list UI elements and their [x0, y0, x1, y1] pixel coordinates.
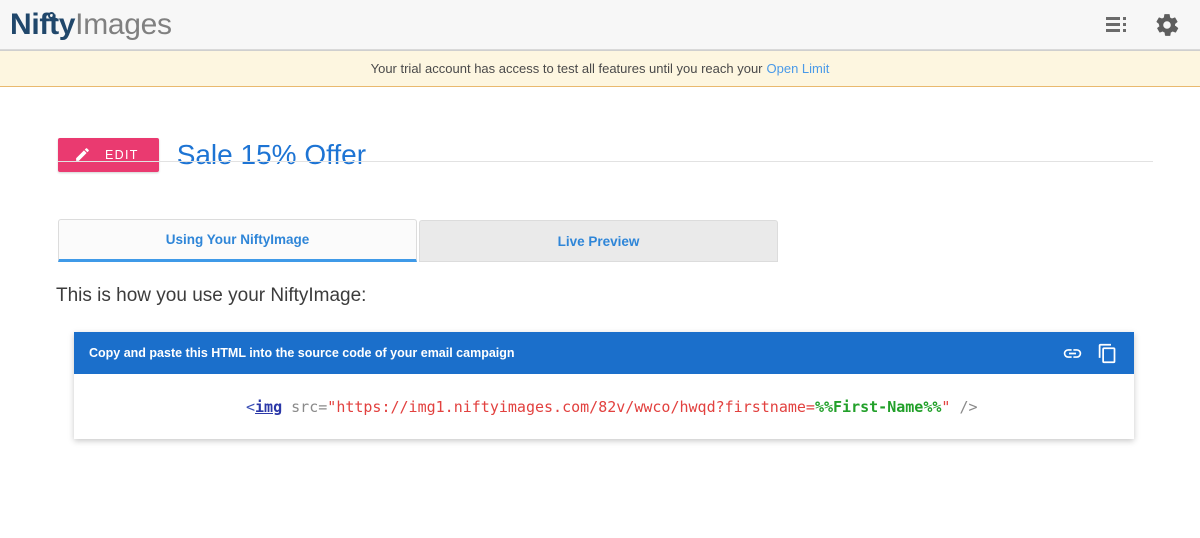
embed-code-snippet[interactable]: <img src="https://img1.niftyimages.com/8…	[246, 398, 978, 416]
app-logo[interactable]: Nifty Images	[10, 7, 172, 41]
code-self-close: />	[950, 397, 978, 416]
copy-icon[interactable]	[1097, 343, 1118, 364]
copy-icon-glyph	[1098, 343, 1116, 363]
gear-icon-glyph	[1156, 13, 1179, 36]
trial-banner: Your trial account has access to test al…	[0, 50, 1200, 87]
code-panel-body: <img src="https://img1.niftyimages.com/8…	[74, 374, 1134, 439]
title-divider	[58, 161, 1153, 162]
code-tag-name: img	[255, 397, 283, 416]
list-menu-icon[interactable]	[1106, 16, 1128, 34]
page-title-row: EDIT Sale 15% Offer	[58, 120, 366, 190]
code-equals: =	[318, 397, 328, 416]
code-panel-header-label: Copy and paste this HTML into the source…	[89, 346, 515, 360]
logo-secondary-text: Images	[75, 7, 172, 41]
code-merge-tag: %%First-Name%%	[814, 397, 942, 416]
tab-label: Using Your NiftyImage	[165, 232, 310, 247]
tab-bar: Using Your NiftyImage Live Preview	[58, 219, 778, 262]
tab-live-preview[interactable]: Live Preview	[419, 220, 778, 262]
howto-heading: This is how you use your NiftyImage:	[56, 285, 367, 306]
code-open-bracket: <	[246, 397, 256, 416]
tab-using-your-niftyimage[interactable]: Using Your NiftyImage	[58, 219, 417, 262]
header-actions	[1106, 12, 1180, 38]
logo-primary-text: Nifty	[10, 7, 76, 41]
code-quote-open: "	[327, 397, 337, 416]
tab-label: Live Preview	[557, 233, 640, 249]
top-header-bar: Nifty Images	[0, 0, 1200, 50]
edit-button-label: EDIT	[105, 147, 139, 162]
edit-button[interactable]: EDIT	[58, 137, 159, 172]
link-icon[interactable]	[1062, 343, 1083, 364]
trial-banner-text: Your trial account has access to test al…	[370, 61, 763, 76]
code-panel: Copy and paste this HTML into the source…	[74, 332, 1134, 439]
link-icon-glyph	[1063, 348, 1082, 358]
code-panel-header: Copy and paste this HTML into the source…	[74, 332, 1134, 374]
code-panel-actions	[1062, 343, 1118, 364]
code-url-value: https://img1.niftyimages.com/82v/wwco/hw…	[336, 397, 815, 416]
gear-icon[interactable]	[1154, 12, 1180, 38]
open-limit-link[interactable]: Open Limit	[767, 61, 830, 76]
page-title: Sale 15% Offer	[176, 138, 367, 170]
list-menu-icon-glyph	[1106, 16, 1126, 32]
location-pin-icon	[48, 11, 57, 23]
code-attribute-name: src	[291, 397, 319, 416]
